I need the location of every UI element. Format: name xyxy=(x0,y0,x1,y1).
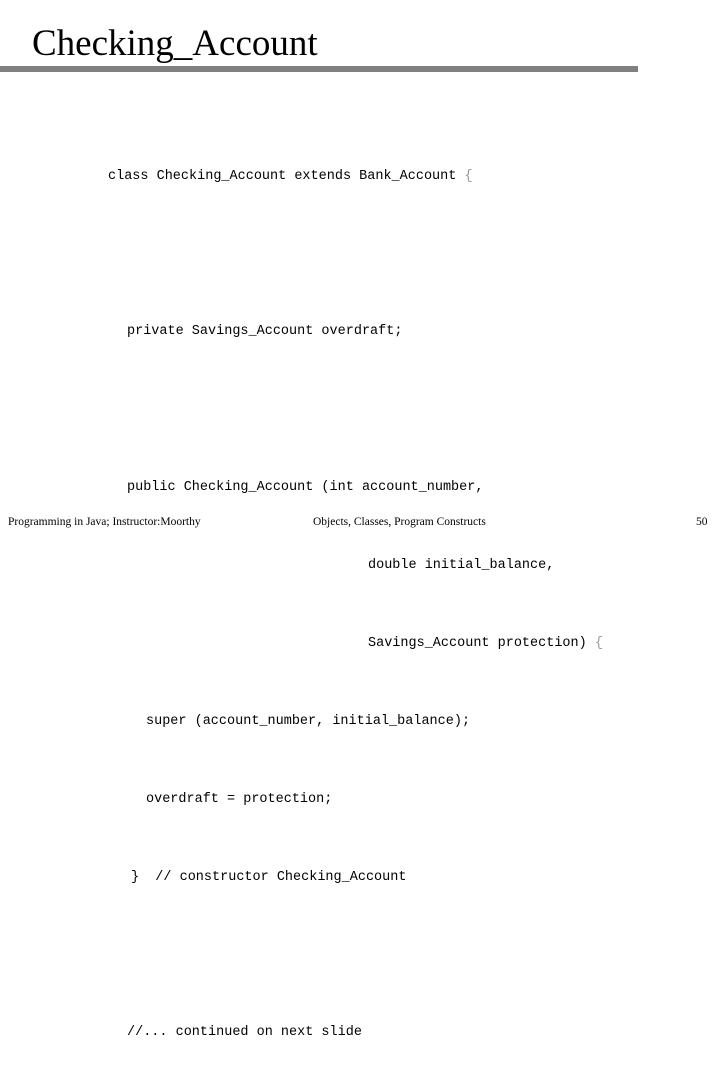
code-line: private Savings_Account overdraft; xyxy=(0,322,720,342)
code-line: Savings_Account protection) { xyxy=(0,634,720,654)
title-underline-rule xyxy=(0,66,638,72)
footer-page-number: 50 xyxy=(696,516,708,528)
code-block: class Checking_Account extends Bank_Acco… xyxy=(0,108,720,1080)
code-line-text: public Checking_Account (int account_num… xyxy=(127,479,484,495)
code-line-text: double initial_balance, xyxy=(368,557,555,573)
code-open-brace: { xyxy=(464,168,473,184)
code-line: super (account_number, initial_balance); xyxy=(0,712,720,732)
code-line-text: Savings_Account protection) xyxy=(368,635,595,651)
code-line-text: //... continued on next slide xyxy=(127,1025,362,1040)
code-line-text: super (account_number, initial_balance); xyxy=(146,713,471,729)
code-line: class Checking_Account extends Bank_Acco… xyxy=(0,167,720,187)
code-line: //... continued on next slide xyxy=(0,1023,720,1043)
code-line-text: overdraft = protection; xyxy=(146,791,333,807)
code-line: double initial_balance, xyxy=(0,556,720,576)
code-line-text: private Savings_Account overdraft; xyxy=(127,324,403,339)
code-line-text: } // constructor Checking_Account xyxy=(131,869,407,885)
footer-topic: Objects, Classes, Program Constructs xyxy=(313,516,486,528)
code-line: public Checking_Account (int account_num… xyxy=(0,478,720,498)
slide: Checking_Account class Checking_Account … xyxy=(0,0,720,1040)
code-open-brace: { xyxy=(594,635,603,651)
footer-course-info: Programming in Java; Instructor:Moorthy xyxy=(8,516,201,528)
code-line: } // constructor Checking_Account xyxy=(0,868,720,888)
page-title: Checking_Account xyxy=(32,23,318,64)
slide-footer: Programming in Java; Instructor:Moorthy … xyxy=(0,512,720,534)
code-line: overdraft = protection; xyxy=(0,790,720,810)
code-line-text: class Checking_Account extends Bank_Acco… xyxy=(108,168,465,184)
